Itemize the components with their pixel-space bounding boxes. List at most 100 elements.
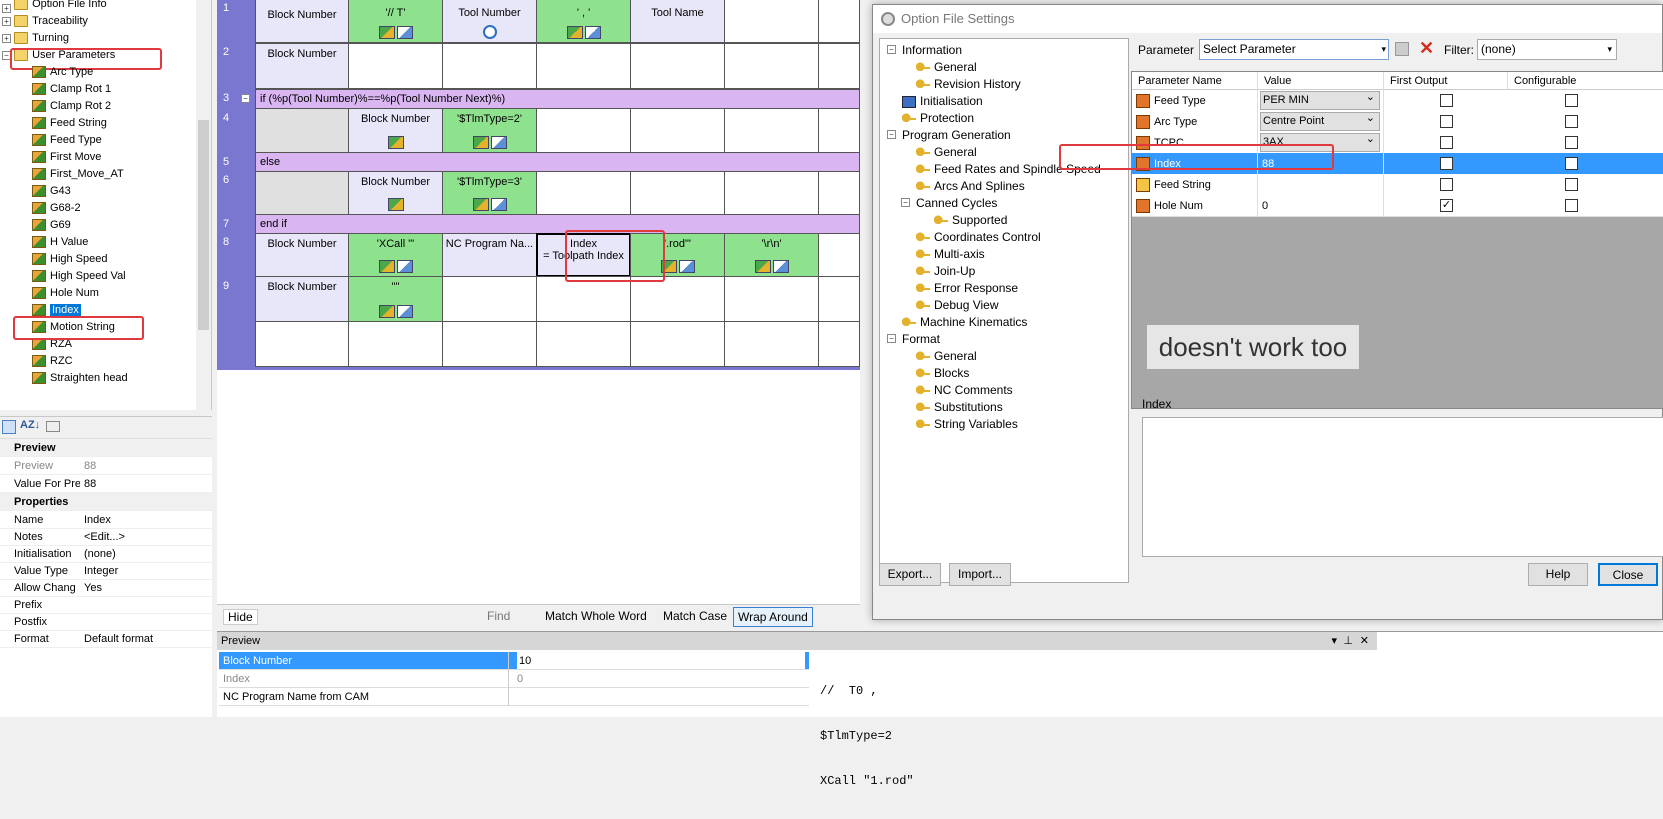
nav-item[interactable]: String Variables: [916, 415, 1018, 433]
nav-item[interactable]: Coordinates Control: [916, 228, 1041, 246]
grid-cell[interactable]: Block Number: [255, 233, 349, 277]
param-name-cell[interactable]: Index: [1132, 153, 1258, 175]
grid-cell[interactable]: [348, 43, 443, 89]
grid-cell[interactable]: [255, 108, 349, 153]
grid-cell[interactable]: [536, 276, 631, 322]
grid-cell[interactable]: Block Number: [255, 0, 349, 43]
grid-cell-selected[interactable]: Index = Toolpath Index: [536, 233, 631, 277]
user-parameter-item[interactable]: Straighten head: [32, 370, 128, 387]
collapse-icon[interactable]: −: [2, 51, 11, 60]
user-parameter-item[interactable]: First Move: [32, 149, 101, 166]
param-value-cell[interactable]: Centre Point ⌄: [1258, 111, 1384, 133]
configurable-checkbox[interactable]: [1565, 157, 1578, 170]
grid-cell[interactable]: [724, 108, 819, 153]
hide-button[interactable]: Hide: [223, 609, 258, 625]
param-name-cell[interactable]: Feed Type: [1132, 90, 1258, 112]
categorized-icon[interactable]: [2, 420, 16, 434]
nav-item[interactable]: Join-Up: [916, 262, 975, 280]
nav-item[interactable]: General: [916, 58, 977, 76]
delete-icon[interactable]: ✕: [1419, 38, 1434, 59]
vertical-scrollbar[interactable]: [196, 0, 211, 410]
dialog-title-bar[interactable]: Option File Settings: [873, 5, 1662, 33]
first-output-checkbox[interactable]: [1440, 94, 1453, 107]
grid-cell[interactable]: [818, 108, 860, 153]
parameter-row[interactable]: Feed Type PER MIN ⌄: [1132, 90, 1663, 112]
grid-cell[interactable]: Tool Number: [442, 0, 537, 43]
nav-item[interactable]: Protection: [902, 109, 974, 127]
prop-row-preview[interactable]: Preview 88: [0, 457, 212, 475]
grid-cell[interactable]: [630, 43, 725, 89]
grid-cell[interactable]: [724, 276, 819, 322]
grid-cell[interactable]: [442, 43, 537, 89]
export-button[interactable]: Export...: [879, 563, 941, 586]
grid-cell[interactable]: '$TlmType=3': [442, 171, 537, 215]
grid-cell[interactable]: Tool Name: [630, 0, 725, 43]
props-category-preview[interactable]: Preview: [0, 439, 212, 457]
expand-icon[interactable]: +: [2, 4, 11, 13]
grid-cell[interactable]: [536, 171, 631, 215]
nav-item[interactable]: Arcs And Splines: [916, 177, 1025, 195]
param-name-cell[interactable]: TCPC: [1132, 132, 1258, 154]
grid-cell[interactable]: [536, 108, 631, 153]
prop-value[interactable]: Yes: [84, 579, 102, 597]
prop-value[interactable]: Default format: [84, 630, 153, 648]
grid-cell[interactable]: [536, 321, 631, 367]
configurable-checkbox[interactable]: [1565, 115, 1578, 128]
prop-row[interactable]: Postfix: [0, 613, 212, 631]
nav-item[interactable]: General: [916, 347, 977, 365]
grid-cell[interactable]: [442, 276, 537, 322]
nav-item[interactable]: − Program Generation: [887, 126, 1011, 144]
first-output-checkbox[interactable]: [1440, 157, 1453, 170]
grid-cell[interactable]: '$TlmType=2': [442, 108, 537, 153]
prop-row[interactable]: Allow Chang Yes: [0, 579, 212, 597]
nav-item[interactable]: Supported: [934, 211, 1007, 229]
help-button[interactable]: Help: [1528, 563, 1588, 586]
prop-value[interactable]: Integer: [84, 562, 118, 580]
user-parameter-item[interactable]: Arc Type: [32, 64, 93, 81]
expand-icon[interactable]: +: [2, 17, 11, 26]
nav-item[interactable]: Machine Kinematics: [902, 313, 1027, 331]
param-value-cell[interactable]: PER MIN ⌄: [1258, 90, 1384, 112]
dropdown-icon[interactable]: ▾: [1331, 632, 1337, 650]
parameter-row[interactable]: Feed String: [1132, 174, 1663, 196]
nav-item[interactable]: Blocks: [916, 364, 969, 382]
param-name-cell[interactable]: Hole Num: [1132, 195, 1258, 217]
grid-cell[interactable]: [724, 43, 819, 89]
grid-cell[interactable]: Block Number: [348, 171, 443, 215]
nav-item[interactable]: Initialisation: [902, 92, 983, 110]
column-header[interactable]: Parameter Name: [1132, 72, 1258, 90]
grid-cell[interactable]: [536, 43, 631, 89]
collapse-icon[interactable]: −: [887, 130, 896, 139]
scroll-thumb[interactable]: [198, 120, 209, 330]
props-category-properties[interactable]: Properties: [0, 493, 212, 511]
grid-cell[interactable]: '.rod"': [630, 233, 725, 277]
user-parameter-item[interactable]: RZC: [32, 353, 73, 370]
grid-cell[interactable]: 'XCall "': [348, 233, 443, 277]
configurable-checkbox[interactable]: [1565, 94, 1578, 107]
prop-value[interactable]: <Edit...>: [84, 528, 125, 546]
param-value-cell[interactable]: 0: [1258, 195, 1384, 217]
collapse-icon[interactable]: −: [887, 334, 896, 343]
prop-row[interactable]: Name Index: [0, 511, 212, 529]
tree-item-traceability[interactable]: + Traceability: [2, 13, 88, 30]
wrap-around-toggle[interactable]: Wrap Around: [733, 607, 813, 627]
nav-item[interactable]: − Canned Cycles: [901, 194, 997, 212]
grid-cell[interactable]: [348, 321, 443, 367]
user-parameter-item[interactable]: Index: [32, 302, 81, 319]
user-parameter-item[interactable]: G68-2: [32, 200, 81, 217]
grid-cell[interactable]: Block Number: [255, 276, 349, 322]
param-value-cell[interactable]: 88: [1258, 153, 1384, 175]
param-name-cell[interactable]: Arc Type: [1132, 111, 1258, 133]
add-parameter-icon[interactable]: [1395, 42, 1409, 56]
param-value-cell[interactable]: 3AX ⌄: [1258, 132, 1384, 154]
user-parameter-item[interactable]: High Speed Val: [32, 268, 126, 285]
parameter-row[interactable]: TCPC 3AX ⌄: [1132, 132, 1663, 154]
grid-cell[interactable]: [818, 321, 860, 367]
grid-cell[interactable]: [818, 233, 860, 277]
grid-cell[interactable]: Block Number: [348, 108, 443, 153]
import-button[interactable]: Import...: [949, 563, 1011, 586]
prop-row[interactable]: Format Default format: [0, 630, 212, 648]
nav-item[interactable]: Debug View: [916, 296, 999, 314]
grid-cell[interactable]: [630, 171, 725, 215]
grid-cell[interactable]: '"': [348, 276, 443, 322]
